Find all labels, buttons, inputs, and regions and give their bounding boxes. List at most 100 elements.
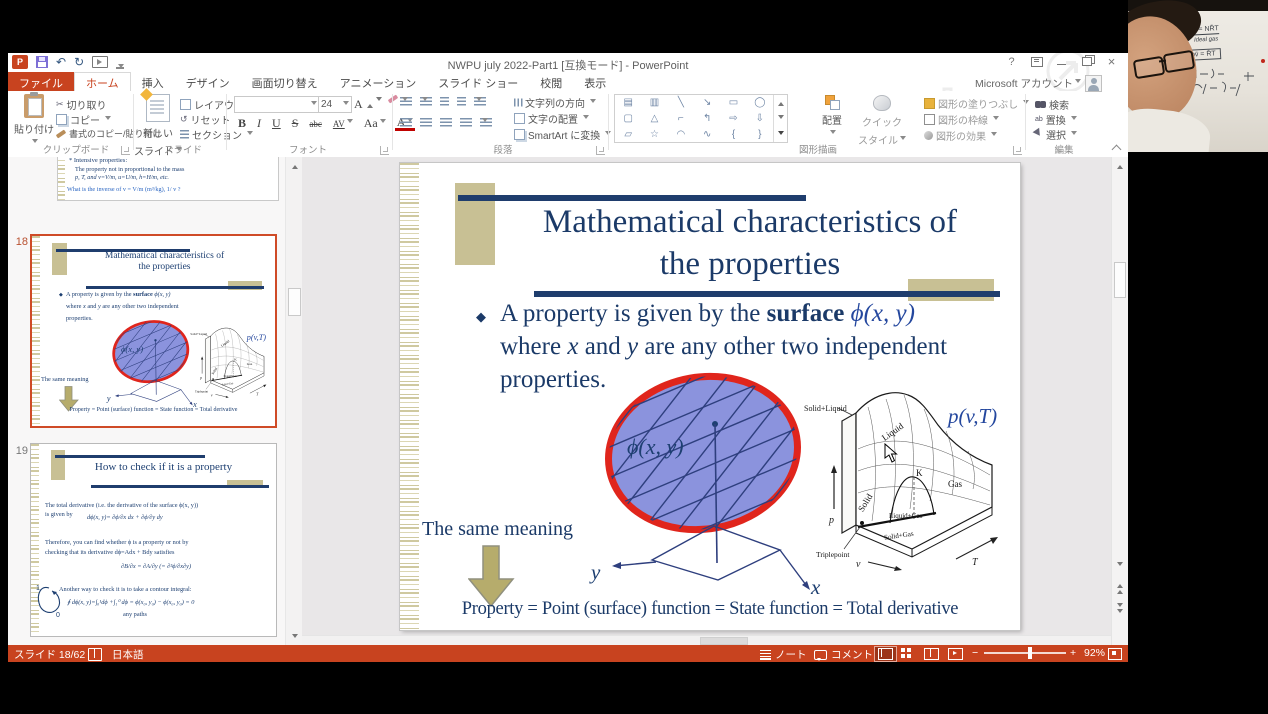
tab-design[interactable]: デザイン — [175, 72, 241, 91]
font-dialog-launcher[interactable] — [380, 146, 389, 155]
comments-button[interactable]: コメント — [814, 647, 873, 662]
shape-fill-button[interactable]: 図形の塗りつぶし — [924, 96, 1029, 111]
account-menu[interactable]: Microsoft アカウント — [975, 75, 1102, 92]
main-scroll-down[interactable] — [1112, 557, 1128, 573]
collapse-ribbon-button[interactable] — [1111, 144, 1122, 155]
svg-text:0: 0 — [56, 612, 60, 618]
arrange-button[interactable]: 配置 — [814, 95, 850, 141]
zoom-percentage[interactable]: 92% — [1084, 647, 1105, 659]
reading-view-button[interactable] — [924, 648, 939, 660]
previous-slide-button[interactable] — [1112, 581, 1128, 594]
drawing-dialog-launcher[interactable] — [1013, 146, 1022, 155]
italic-button[interactable]: I — [255, 116, 263, 131]
proofing-icon[interactable] — [88, 648, 102, 661]
same-meaning-label[interactable]: The same meaning — [422, 518, 573, 541]
thumbnail-scrollbar[interactable] — [285, 157, 303, 645]
tab-home[interactable]: ホーム — [74, 72, 131, 91]
bullets-button[interactable] — [400, 97, 412, 106]
justify-button[interactable] — [460, 118, 472, 127]
tab-view[interactable]: 表示 — [573, 72, 617, 91]
thumbnail-slide-17[interactable]: * Intensive properties: The property not… — [57, 157, 279, 201]
slides-group-label: スライド — [163, 145, 202, 156]
tab-animations[interactable]: アニメーション — [329, 72, 428, 91]
shapes-gallery[interactable]: ▤ ▥ ╲ ↘ ▭ ◯ ▢ △ ⌐ ↰ ⇨ ⇩ ▱ ☆ ◠ ∿{} — [614, 94, 788, 143]
smartart-button[interactable]: SmartArt に変換 — [514, 127, 611, 142]
main-scroll-up[interactable] — [1112, 157, 1128, 173]
paragraph-dialog-launcher[interactable] — [596, 146, 605, 155]
thumbnail-slide-18[interactable]: Mathematical characteristics of the prop… — [30, 234, 277, 428]
powerpoint-logo-icon[interactable]: P — [12, 55, 28, 69]
tab-insert[interactable]: 挿入 — [131, 72, 175, 91]
align-text-button[interactable]: 文字の配置 — [514, 111, 589, 126]
next-slide-button[interactable] — [1112, 603, 1128, 616]
reset-button[interactable]: ↺ リセット — [180, 112, 231, 127]
horizontal-scroll-thumb[interactable] — [700, 637, 748, 645]
t18-b1: A property is given by the surface ϕ(x, … — [66, 291, 171, 298]
shape-outline-button[interactable]: 図形の枠線 — [924, 112, 999, 127]
select-button[interactable]: 選択 — [1032, 127, 1077, 142]
text-direction-button[interactable]: 文字列の方向 — [513, 95, 596, 110]
font-name-combo[interactable] — [234, 96, 320, 113]
change-case-button[interactable]: Aa — [362, 116, 388, 131]
restore-button[interactable] — [1074, 53, 1099, 70]
align-right-button[interactable] — [440, 118, 452, 127]
qat-customize-icon[interactable] — [116, 59, 125, 69]
zoom-in-button[interactable]: + — [1070, 647, 1076, 659]
save-icon[interactable] — [36, 56, 48, 68]
copy-button[interactable]: コピー — [56, 112, 111, 127]
thumbnail-scroll-up[interactable] — [286, 157, 303, 173]
minimize-button[interactable] — [1049, 53, 1074, 70]
columns-button[interactable] — [480, 118, 492, 127]
zoom-out-button[interactable]: − — [972, 647, 978, 659]
main-vertical-scrollbar[interactable] — [1111, 157, 1128, 645]
replace-button[interactable]: ab 置換 — [1035, 112, 1077, 127]
font-size-combo[interactable]: 24 — [318, 96, 352, 113]
slideshow-view-button[interactable] — [948, 648, 963, 660]
thumbnail-scroll-down[interactable] — [286, 629, 303, 645]
zoom-slider[interactable] — [984, 647, 1066, 659]
notes-button[interactable]: ノート — [760, 647, 807, 662]
cut-button[interactable]: ✂ 切り取り — [56, 97, 107, 112]
close-button[interactable]: × — [1099, 53, 1124, 70]
shrink-font-button[interactable] — [370, 97, 384, 104]
numbering-button[interactable] — [420, 97, 432, 106]
text-shadow-button[interactable]: abc — [307, 119, 324, 129]
pvt-diagram: Solid+Liquid p Liquid K Gas Liquid+Gas S… — [804, 392, 998, 571]
help-button[interactable]: ? — [999, 53, 1024, 70]
decrease-indent-button[interactable] — [440, 97, 449, 106]
align-left-button[interactable] — [400, 118, 412, 127]
increase-indent-button[interactable] — [457, 97, 466, 106]
tab-transitions[interactable]: 画面切り替え — [241, 72, 329, 91]
start-slideshow-icon[interactable] — [92, 56, 109, 68]
quick-styles-button[interactable]: クイック スタイル — [856, 95, 908, 147]
zoom-slider-thumb[interactable] — [1028, 647, 1032, 659]
main-scroll-thumb[interactable] — [1114, 262, 1126, 298]
tab-file[interactable]: ファイル — [8, 72, 74, 91]
slide-canvas[interactable]: Mathematical characteristics of the prop… — [400, 163, 1020, 630]
tab-slideshow[interactable]: スライド ショー — [427, 72, 529, 91]
ribbon-display-options-button[interactable] — [1024, 53, 1049, 70]
horizontal-scrollbar[interactable] — [302, 635, 1112, 645]
bottom-equivalence-line[interactable]: Property = Point (surface) function = St… — [402, 599, 1018, 620]
undo-icon[interactable]: ↶ — [56, 55, 66, 69]
shapes-gallery-scroll[interactable] — [773, 95, 787, 142]
find-button[interactable]: 検索 — [1035, 97, 1069, 112]
strikethrough-button[interactable]: S — [290, 116, 301, 131]
recording-dot — [1261, 59, 1265, 63]
redo-icon[interactable]: ↻ — [74, 55, 84, 69]
align-center-button[interactable] — [420, 118, 432, 127]
line-spacing-button[interactable] — [474, 97, 486, 106]
clear-formatting-button[interactable] — [387, 94, 399, 104]
thumbnail-slide-19[interactable]: How to check if it is a property The tot… — [30, 443, 277, 637]
tab-review[interactable]: 校閲 — [529, 72, 573, 91]
fit-to-window-button[interactable] — [1108, 648, 1122, 660]
slide-sorter-view-button[interactable] — [901, 648, 912, 658]
thumbnail-scroll-thumb[interactable] — [288, 288, 301, 316]
character-spacing-button[interactable]: AV — [331, 119, 355, 129]
clipboard-dialog-launcher[interactable] — [121, 146, 130, 155]
normal-view-button[interactable] — [874, 646, 897, 662]
bold-button[interactable]: B — [236, 116, 248, 131]
language-indicator[interactable]: 日本語 — [112, 647, 144, 662]
shape-effects-button[interactable]: 図形の効果 — [924, 128, 997, 143]
underline-button[interactable]: U — [270, 116, 283, 131]
